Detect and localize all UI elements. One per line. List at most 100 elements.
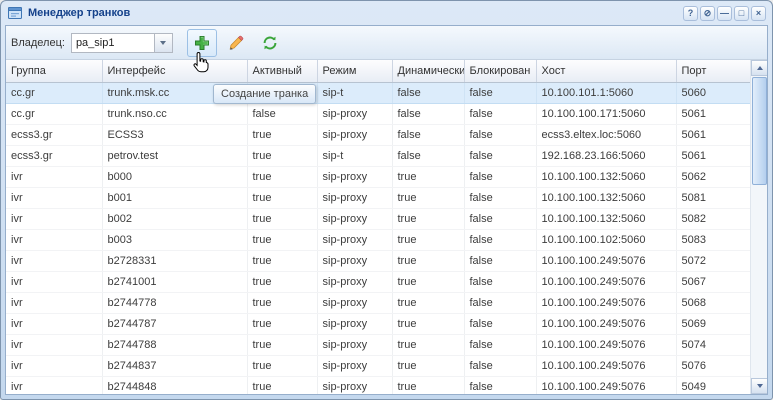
table-row[interactable]: ivrb001truesip-proxytruefalse10.100.100.… <box>6 187 750 208</box>
grid-cell-blocked: false <box>464 145 536 166</box>
grid-cell-blocked: false <box>464 208 536 229</box>
grid-cell-active: true <box>247 208 317 229</box>
tool-minimize-icon[interactable]: — <box>717 6 732 21</box>
app-icon <box>7 5 23 21</box>
grid-cell-interface: b2744848 <box>102 376 247 394</box>
column-header-port[interactable]: Порт <box>676 60 750 82</box>
grid-cell-mode: sip-proxy <box>317 166 392 187</box>
grid-cell-blocked: false <box>464 250 536 271</box>
chevron-down-icon <box>160 41 166 45</box>
grid-cell-mode: sip-proxy <box>317 187 392 208</box>
grid-cell-dynamic: true <box>392 334 464 355</box>
column-header-active[interactable]: Активный <box>247 60 317 82</box>
table-row[interactable]: ivrb2744778truesip-proxytruefalse10.100.… <box>6 292 750 313</box>
grid-cell-group: cc.gr <box>6 82 102 103</box>
grid-cell-mode: sip-proxy <box>317 271 392 292</box>
column-header-dynamic[interactable]: Динамический <box>392 60 464 82</box>
grid-cell-mode: sip-proxy <box>317 208 392 229</box>
grid-cell-active: true <box>247 250 317 271</box>
window-titlebar[interactable]: Менеджер транков ?⊘—□× <box>1 1 772 25</box>
table-row[interactable]: ivrb2744788truesip-proxytruefalse10.100.… <box>6 334 750 355</box>
table-row[interactable]: ivrb002truesip-proxytruefalse10.100.100.… <box>6 208 750 229</box>
grid-cell-port: 5076 <box>676 355 750 376</box>
grid-cell-host: 10.100.100.249:5076 <box>536 313 676 334</box>
grid-cell-port: 5062 <box>676 166 750 187</box>
grid-cell-group: ivr <box>6 376 102 394</box>
grid-cell-port: 5068 <box>676 292 750 313</box>
scrollbar-thumb[interactable] <box>752 77 767 185</box>
grid-cell-active: true <box>247 355 317 376</box>
arrow-down-icon <box>757 384 763 388</box>
column-header-mode[interactable]: Режим <box>317 60 392 82</box>
grid-cell-host: 10.100.100.171:5060 <box>536 103 676 124</box>
grid-cell-dynamic: false <box>392 124 464 145</box>
grid-cell-dynamic: true <box>392 250 464 271</box>
grid-cell-mode: sip-proxy <box>317 376 392 394</box>
scrollbar-down-button[interactable] <box>751 378 767 394</box>
vertical-scrollbar[interactable] <box>750 60 767 394</box>
grid-cell-interface: petrov.test <box>102 145 247 166</box>
table-row[interactable]: ivrb2728331truesip-proxytruefalse10.100.… <box>6 250 750 271</box>
grid-cell-group: ivr <box>6 313 102 334</box>
grid-cell-mode: sip-proxy <box>317 103 392 124</box>
add-trunk-button[interactable] <box>187 29 217 57</box>
owner-combobox-value: pa_sip1 <box>72 34 154 52</box>
grid-cell-dynamic: true <box>392 229 464 250</box>
tool-maximize-icon[interactable]: □ <box>734 6 749 21</box>
column-header-host[interactable]: Хост <box>536 60 676 82</box>
grid-cell-host: 10.100.100.249:5076 <box>536 271 676 292</box>
grid-header-row: ГруппаИнтерфейсАктивныйРежимДинамический… <box>6 60 750 82</box>
grid-cell-group: ecss3.gr <box>6 124 102 145</box>
refresh-button[interactable] <box>255 29 285 57</box>
table-row[interactable]: ivrb000truesip-proxytruefalse10.100.100.… <box>6 166 750 187</box>
owner-combobox[interactable]: pa_sip1 <box>71 33 173 53</box>
grid-cell-blocked: false <box>464 103 536 124</box>
table-row[interactable]: ivrb2741001truesip-proxytruefalse10.100.… <box>6 271 750 292</box>
scrollbar-up-button[interactable] <box>751 60 767 76</box>
grid-cell-active: true <box>247 166 317 187</box>
grid-cell-blocked: false <box>464 376 536 394</box>
table-row[interactable]: ecss3.grECSS3truesip-proxyfalsefalseecss… <box>6 124 750 145</box>
grid-cell-dynamic: true <box>392 292 464 313</box>
grid-cell-host: 10.100.100.132:5060 <box>536 208 676 229</box>
tooltip-create-trunk: Создание транка <box>213 84 316 104</box>
column-header-blocked[interactable]: Блокирован <box>464 60 536 82</box>
grid-cell-interface: b2744778 <box>102 292 247 313</box>
grid-cell-blocked: false <box>464 334 536 355</box>
table-row[interactable]: cc.grtrunk.msk.cctruesip-tfalsefalse10.1… <box>6 82 750 103</box>
grid-cell-host: 10.100.100.249:5076 <box>536 250 676 271</box>
tool-help-icon[interactable]: ? <box>683 6 698 21</box>
edit-trunk-button[interactable] <box>221 29 251 57</box>
grid-cell-port: 5074 <box>676 334 750 355</box>
table-row[interactable]: ecss3.grpetrov.testtruesip-tfalsefalse19… <box>6 145 750 166</box>
grid-cell-port: 5067 <box>676 271 750 292</box>
grid-cell-host: 10.100.100.132:5060 <box>536 166 676 187</box>
grid-cell-group: ivr <box>6 292 102 313</box>
grid-cell-active: true <box>247 292 317 313</box>
grid-cell-port: 5082 <box>676 208 750 229</box>
table-row[interactable]: ivrb003truesip-proxytruefalse10.100.100.… <box>6 229 750 250</box>
trunk-manager-window: Менеджер транков ?⊘—□× Владелец: pa_sip1 <box>0 0 773 400</box>
tool-pin-icon[interactable]: ⊘ <box>700 6 715 21</box>
column-header-interface[interactable]: Интерфейс <box>102 60 247 82</box>
grid-cell-group: ivr <box>6 250 102 271</box>
grid-cell-interface: b2744837 <box>102 355 247 376</box>
table-row[interactable]: ivrb2744848truesip-proxytruefalse10.100.… <box>6 376 750 394</box>
tool-close-icon[interactable]: × <box>751 6 766 21</box>
grid-cell-blocked: false <box>464 187 536 208</box>
table-row[interactable]: ivrb2744787truesip-proxytruefalse10.100.… <box>6 313 750 334</box>
grid-cell-mode: sip-proxy <box>317 334 392 355</box>
table-row[interactable]: cc.grtrunk.nso.ccfalsesip-proxyfalsefals… <box>6 103 750 124</box>
grid-cell-group: ivr <box>6 208 102 229</box>
grid-cell-interface: b003 <box>102 229 247 250</box>
grid-cell-active: true <box>247 124 317 145</box>
grid-cell-port: 5081 <box>676 187 750 208</box>
table-row[interactable]: ivrb2744837truesip-proxytruefalse10.100.… <box>6 355 750 376</box>
grid-cell-interface: b001 <box>102 187 247 208</box>
grid-cell-active: false <box>247 103 317 124</box>
column-header-group[interactable]: Группа <box>6 60 102 82</box>
combobox-trigger[interactable] <box>154 34 172 52</box>
grid-cell-group: ivr <box>6 271 102 292</box>
grid-cell-interface: b002 <box>102 208 247 229</box>
grid-cell-active: true <box>247 229 317 250</box>
